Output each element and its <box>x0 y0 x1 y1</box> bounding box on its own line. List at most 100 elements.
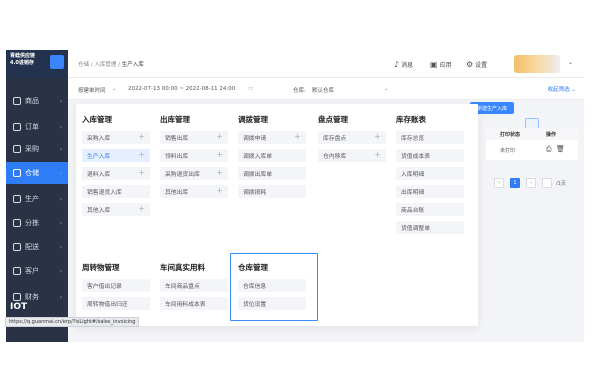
sidebar-item-1[interactable]: 订单 › <box>6 116 68 138</box>
menu-item-label: 客户借出记录 <box>87 284 122 290</box>
sidebar-item-5[interactable]: 分拣 › <box>6 212 68 234</box>
menu-column-title: 周转物管理 <box>82 263 120 272</box>
menu-item[interactable]: 生产入库 + <box>82 149 150 162</box>
menu-item[interactable]: 货值调整单 <box>396 221 464 234</box>
menu-item-label: 车间用料成本表 <box>165 302 206 308</box>
sidebar-item-3[interactable]: 仓储 › <box>6 162 68 184</box>
menu-column-0: 入库管理 采购入库 + 生产入库 + 退料入库 + 销售退货入库 其他入库 + <box>82 114 150 216</box>
chevron-right-icon: › <box>59 195 62 203</box>
menu-item[interactable]: 出库明细 <box>396 185 464 198</box>
sidebar-item-7[interactable]: 客户 › <box>6 260 68 282</box>
plus-icon[interactable]: + <box>374 132 381 141</box>
menu-item-label: 货值调整单 <box>401 226 430 232</box>
app-logo[interactable]: 青蛙供应链 4.0进销存 <box>6 50 68 78</box>
sidebar-item-2[interactable]: 采购 › <box>6 138 68 160</box>
plus-icon[interactable]: + <box>138 150 145 159</box>
menu-item[interactable]: 其他出库 + <box>160 185 228 198</box>
menu-item[interactable]: 调拨损耗 <box>238 185 306 198</box>
menu-item[interactable]: 采购退货出库 + <box>160 167 228 180</box>
plus-icon[interactable]: + <box>374 150 381 159</box>
menu-item-label: 其他入库 <box>87 208 111 214</box>
sidebar-item-label: 财务 <box>25 293 39 301</box>
chevron-right-icon: › <box>59 169 62 177</box>
menu-item[interactable]: 商品台账 <box>396 203 464 216</box>
menu-item[interactable]: 库存总览 <box>396 131 464 144</box>
menu-item[interactable]: 车间用料成本表 <box>160 297 228 310</box>
breadcrumb-path[interactable]: 仓储 / 入库管理 / <box>78 62 120 68</box>
chevron-right-icon: › <box>59 243 62 251</box>
menu-item[interactable]: 周转物借出归还 <box>82 297 150 310</box>
menu-column-title: 库存账表 <box>396 115 426 124</box>
menu-column-title: 盘点管理 <box>318 115 348 124</box>
menu-item[interactable]: 库存盘点 + <box>318 131 386 144</box>
plus-icon[interactable]: + <box>216 186 223 195</box>
sidebar-item-4[interactable]: 生产 › <box>6 188 68 210</box>
menu-item[interactable]: 调拨出库单 <box>238 167 306 180</box>
chevron-down-icon[interactable]: ⌄ <box>568 59 573 66</box>
plus-icon[interactable]: + <box>138 132 145 141</box>
menu-item-label: 调拨入库单 <box>243 154 272 160</box>
prev-page-button[interactable]: ‹ <box>494 178 504 188</box>
menu-item[interactable]: 客户借出记录 <box>82 279 150 292</box>
avatar[interactable] <box>514 55 560 73</box>
menu-item[interactable]: 仓内移库 + <box>318 149 386 162</box>
apps-button[interactable]: ▣ 应用 <box>430 58 452 70</box>
clipboard-icon <box>13 123 21 131</box>
menu-item[interactable]: 货值成本表 <box>396 149 464 162</box>
plus-icon[interactable]: + <box>294 132 301 141</box>
plus-icon[interactable]: + <box>138 168 145 177</box>
menu-item[interactable]: 销售退货入库 <box>82 185 150 198</box>
menu-item[interactable]: 其他入库 + <box>82 203 150 216</box>
bell-icon: ♪ <box>394 59 400 69</box>
messages-label: 消息 <box>401 61 414 69</box>
plus-icon[interactable]: + <box>216 132 223 141</box>
sidebar-item-0[interactable]: 商品 › <box>6 90 68 112</box>
plus-icon[interactable]: + <box>216 150 223 159</box>
collapse-filter-link[interactable]: 收起筛选 ⌄ <box>548 85 576 93</box>
menu-item[interactable]: 退料入库 + <box>82 167 150 180</box>
menu-item-label: 领料出库 <box>165 154 189 160</box>
menu-item[interactable]: 领料出库 + <box>160 149 228 162</box>
apps-label: 应用 <box>439 61 452 69</box>
table-header: 打印状态 操作 <box>486 128 578 140</box>
menu-item[interactable]: 调拨入库单 <box>238 149 306 162</box>
menu-item-label: 销售出库 <box>165 136 189 142</box>
chevron-down-icon[interactable]: ⌄ <box>112 86 117 92</box>
iot-label[interactable]: IOT <box>10 302 27 312</box>
menu-item-label: 周转物借出归还 <box>87 302 128 308</box>
page-number[interactable]: 1 <box>510 178 520 188</box>
menu-item[interactable]: 采购入库 + <box>82 131 150 144</box>
messages-button[interactable]: ♪ 消息 <box>394 58 413 70</box>
sidebar-item-6[interactable]: 配送 › <box>6 236 68 258</box>
menu-item[interactable]: 调拨申请 + <box>238 131 306 144</box>
page-jump-input[interactable] <box>542 178 552 188</box>
menu-column-5: 周转物管理客户借出记录 周转物借出归还 <box>82 262 150 310</box>
menu-item-label: 入库明细 <box>401 172 425 178</box>
chevron-down-icon[interactable]: ⌄ <box>384 86 389 92</box>
menu-item[interactable]: 销售出库 + <box>160 131 228 144</box>
highlight-box <box>230 253 318 321</box>
settings-button[interactable]: ⚙ 设置 <box>466 58 487 70</box>
next-page-button[interactable]: › <box>526 178 536 188</box>
calendar-icon[interactable]: ▭ <box>248 86 253 92</box>
date-type-select[interactable]: 按建单时间 <box>78 86 106 94</box>
menu-item[interactable]: 入库明细 <box>396 167 464 180</box>
plus-icon[interactable]: + <box>138 204 145 213</box>
plus-icon[interactable]: + <box>216 168 223 177</box>
print-icon[interactable]: ⎙ <box>546 145 552 154</box>
sidebar-item-label: 客户 <box>25 267 39 275</box>
menu-column-1: 出库管理 销售出库 + 领料出库 + 采购退货出库 + 其他出库 + <box>160 114 228 198</box>
user-icon <box>13 267 21 275</box>
menu-item[interactable]: 车间商品盘点 <box>160 279 228 292</box>
menu-item-label: 仓内移库 <box>323 154 347 160</box>
menu-item-label: 销售退货入库 <box>87 190 122 196</box>
menu-item-label: 采购入库 <box>87 136 111 142</box>
collapse-filter-label: 收起筛选 <box>547 87 570 93</box>
breadcrumb-current: 生产入库 <box>121 62 144 68</box>
truck-icon <box>13 243 21 251</box>
warehouse-select[interactable]: 默认仓库 <box>312 86 334 94</box>
delete-icon[interactable]: 🗑 <box>556 145 565 153</box>
breadcrumb: 仓储 / 入库管理 / 生产入库 <box>78 60 144 68</box>
menu-item-label: 生产入库 <box>87 154 111 160</box>
date-range-input[interactable]: 2022-07-13 00:00 ~ 2022-08-11 24:00 <box>128 86 235 92</box>
